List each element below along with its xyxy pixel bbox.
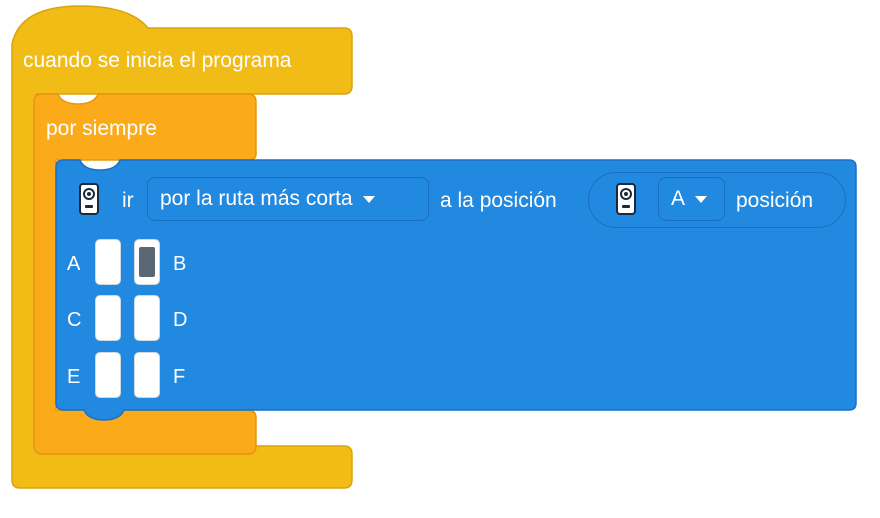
chevron-down-icon bbox=[362, 195, 375, 203]
direction-dropdown[interactable]: por la ruta más corta bbox=[147, 177, 429, 221]
direction-dropdown-value: por la ruta más corta bbox=[160, 187, 353, 210]
port-b-button[interactable] bbox=[134, 239, 160, 285]
hub-dot-icon bbox=[624, 192, 628, 196]
hub-bar-icon bbox=[622, 205, 630, 208]
reporter-motor-hub-icon bbox=[616, 183, 636, 215]
loop-block-label: por siempre bbox=[46, 117, 157, 140]
port-label-c: C bbox=[67, 309, 82, 331]
port-label-e: E bbox=[67, 366, 81, 388]
port-label-d: D bbox=[173, 309, 188, 331]
event-block-label: cuando se inicia el programa bbox=[23, 49, 292, 72]
port-label-b: B bbox=[173, 253, 187, 275]
port-label-f: F bbox=[173, 366, 186, 388]
port-label-a: A bbox=[67, 253, 81, 275]
port-dropdown-value: A bbox=[671, 187, 686, 210]
motor-hub-icon bbox=[79, 183, 99, 215]
hub-dot-icon bbox=[87, 192, 91, 196]
port-dropdown[interactable]: A bbox=[658, 177, 725, 221]
port-e-button[interactable] bbox=[95, 352, 121, 398]
port-d-button[interactable] bbox=[134, 295, 160, 341]
reporter-label: posición bbox=[736, 189, 814, 212]
port-f-button[interactable] bbox=[134, 352, 160, 398]
port-c-button[interactable] bbox=[95, 295, 121, 341]
position-text-label: a la posición bbox=[440, 189, 557, 212]
motor-verb-label: ir bbox=[122, 189, 134, 212]
chevron-down-icon bbox=[695, 195, 708, 203]
port-a-button[interactable] bbox=[95, 239, 121, 285]
code-canvas: cuando se inicia el programa por siempre… bbox=[0, 0, 880, 518]
hub-bar-icon bbox=[85, 205, 93, 208]
block-stack-shapes bbox=[11, 5, 857, 489]
